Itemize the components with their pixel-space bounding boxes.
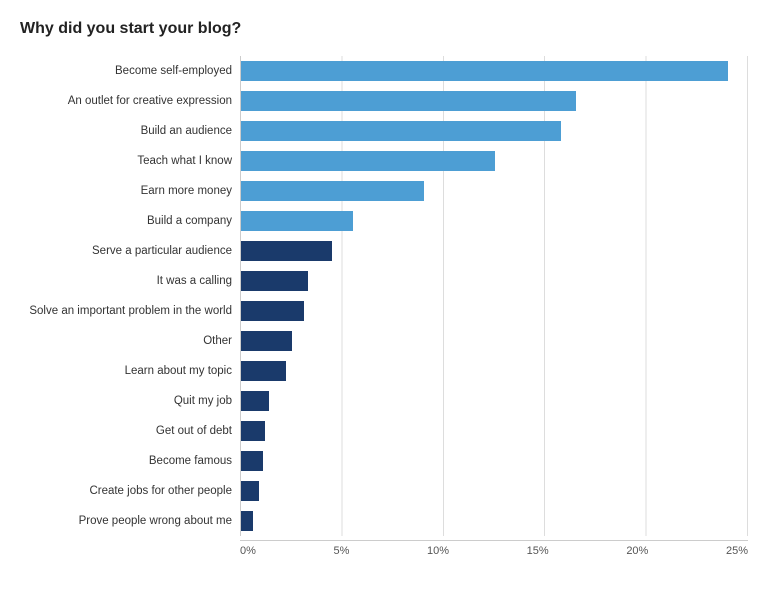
bar-row-4 bbox=[241, 176, 748, 206]
bar-4 bbox=[241, 181, 424, 201]
bar-row-7 bbox=[241, 266, 748, 296]
bar-row-14 bbox=[241, 476, 748, 506]
x-axis-label-3: 15% bbox=[527, 545, 549, 557]
bar-9 bbox=[241, 331, 292, 351]
bar-row-10 bbox=[241, 356, 748, 386]
bar-5 bbox=[241, 211, 353, 231]
bar-12 bbox=[241, 421, 265, 441]
bar-label-11: Quit my job bbox=[20, 386, 240, 416]
x-axis-labels: 0% 5% 10% 15% 20% 25% bbox=[240, 540, 748, 557]
bar-0 bbox=[241, 61, 728, 81]
labels-column: Become self-employedAn outlet for creati… bbox=[20, 56, 240, 536]
bar-row-2 bbox=[241, 116, 748, 146]
x-axis: 0% 5% 10% 15% 20% 25% bbox=[20, 540, 748, 557]
bar-label-6: Serve a particular audience bbox=[20, 236, 240, 266]
x-axis-label-0: 0% bbox=[240, 545, 256, 557]
bar-row-11 bbox=[241, 386, 748, 416]
bar-label-14: Create jobs for other people bbox=[20, 476, 240, 506]
x-axis-label-4: 20% bbox=[626, 545, 648, 557]
bar-label-1: An outlet for creative expression bbox=[20, 86, 240, 116]
chart-area: Become self-employedAn outlet for creati… bbox=[20, 56, 748, 536]
bar-11 bbox=[241, 391, 269, 411]
bar-7 bbox=[241, 271, 308, 291]
bar-6 bbox=[241, 241, 332, 261]
bar-row-12 bbox=[241, 416, 748, 446]
x-axis-label-1: 5% bbox=[334, 545, 350, 557]
bar-label-10: Learn about my topic bbox=[20, 356, 240, 386]
bar-1 bbox=[241, 91, 576, 111]
bar-14 bbox=[241, 481, 259, 501]
bars-column bbox=[240, 56, 748, 536]
bar-label-13: Become famous bbox=[20, 446, 240, 476]
x-axis-label-2: 10% bbox=[427, 545, 449, 557]
bar-row-15 bbox=[241, 506, 748, 536]
bar-10 bbox=[241, 361, 286, 381]
bar-label-0: Become self-employed bbox=[20, 56, 240, 86]
bar-8 bbox=[241, 301, 304, 321]
bar-label-4: Earn more money bbox=[20, 176, 240, 206]
bar-label-12: Get out of debt bbox=[20, 416, 240, 446]
bar-label-15: Prove people wrong about me bbox=[20, 506, 240, 536]
bar-label-3: Teach what I know bbox=[20, 146, 240, 176]
bar-label-8: Solve an important problem in the world bbox=[20, 296, 240, 326]
bar-2 bbox=[241, 121, 561, 141]
chart-container: Become self-employedAn outlet for creati… bbox=[20, 56, 748, 557]
bar-label-7: It was a calling bbox=[20, 266, 240, 296]
x-axis-label-5: 25% bbox=[726, 545, 748, 557]
chart-title: Why did you start your blog? bbox=[20, 20, 748, 38]
bar-13 bbox=[241, 451, 263, 471]
bar-row-0 bbox=[241, 56, 748, 86]
bar-row-9 bbox=[241, 326, 748, 356]
bar-15 bbox=[241, 511, 253, 531]
bar-3 bbox=[241, 151, 495, 171]
bar-row-8 bbox=[241, 296, 748, 326]
bar-label-9: Other bbox=[20, 326, 240, 356]
bar-label-5: Build a company bbox=[20, 206, 240, 236]
bar-row-1 bbox=[241, 86, 748, 116]
bar-row-5 bbox=[241, 206, 748, 236]
bar-row-3 bbox=[241, 146, 748, 176]
bar-row-13 bbox=[241, 446, 748, 476]
bar-row-6 bbox=[241, 236, 748, 266]
bar-label-2: Build an audience bbox=[20, 116, 240, 146]
